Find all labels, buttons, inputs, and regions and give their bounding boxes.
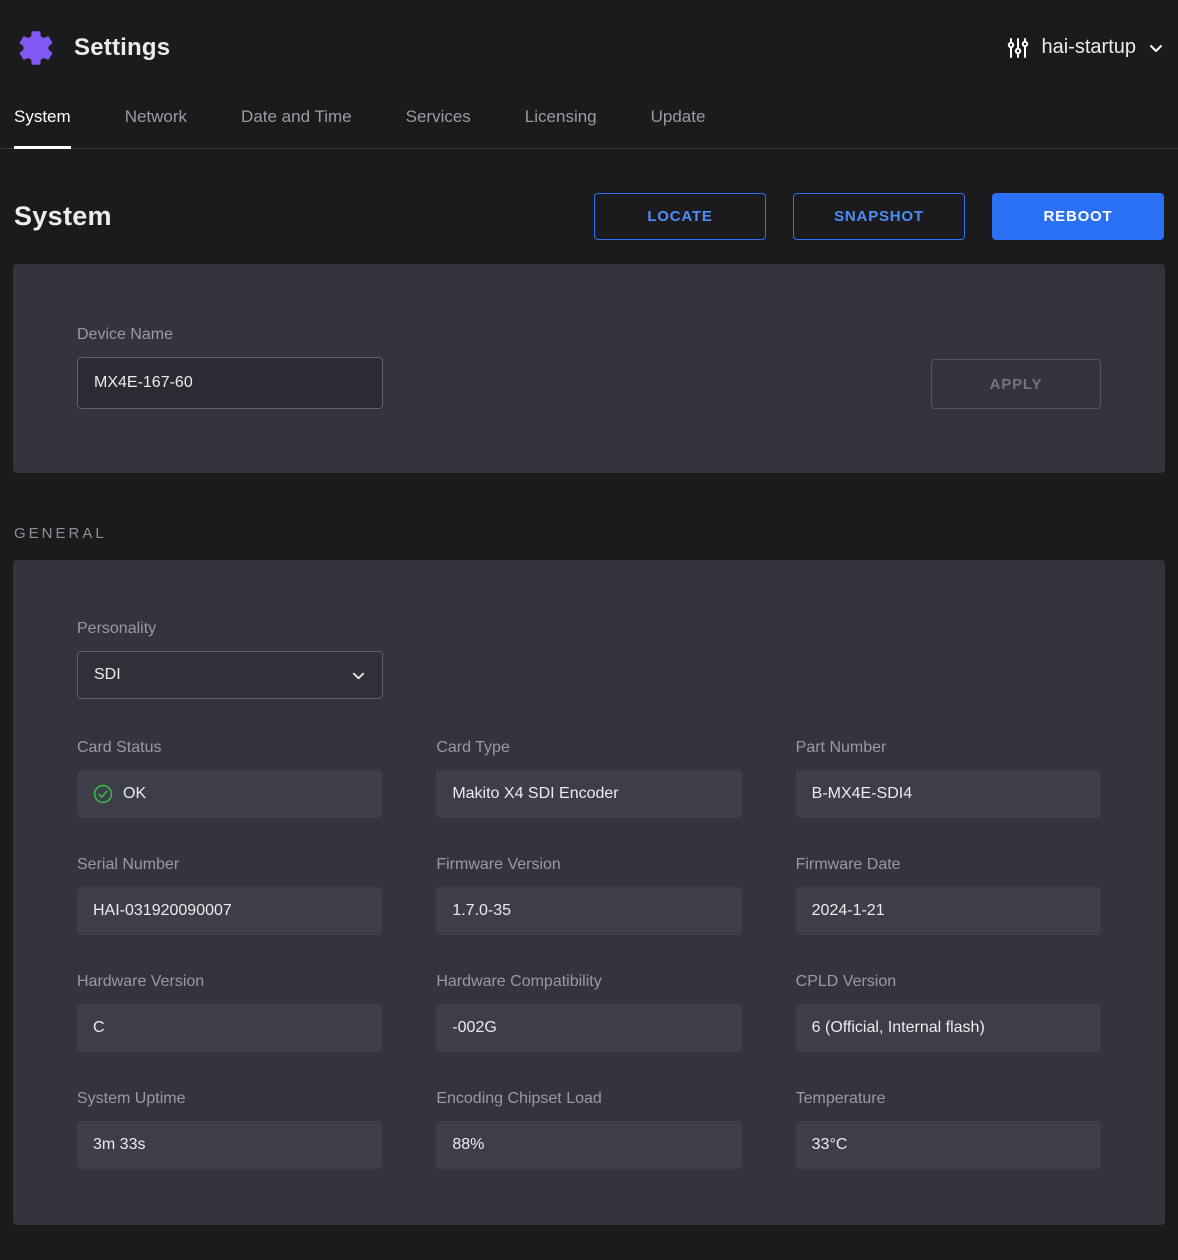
personality-label: Personality — [77, 620, 1101, 638]
page-actions: LOCATE SNAPSHOT REBOOT — [594, 193, 1164, 240]
field-value-text: -002G — [436, 1004, 741, 1052]
field-value-text: 6 (Official, Internal flash) — [796, 1004, 1101, 1052]
field-label: Card Status — [77, 739, 382, 757]
field-temperature: Temperature 33°C — [796, 1090, 1101, 1169]
field-firmware-date: Firmware Date 2024-1-21 — [796, 856, 1101, 935]
chevron-down-icon — [1148, 40, 1164, 56]
general-card: Personality SDI Card Status OK — [13, 560, 1165, 1225]
app-header: Settings hai-startup — [0, 0, 1178, 95]
field-label: Firmware Date — [796, 856, 1101, 874]
device-selector-dropdown[interactable]: hai-startup — [1006, 36, 1165, 60]
personality-field-group: Personality SDI — [77, 620, 1101, 699]
field-encoding-chipset-load: Encoding Chipset Load 88% — [436, 1090, 741, 1169]
field-label: Serial Number — [77, 856, 382, 874]
select-chevron-down-icon — [351, 668, 366, 683]
field-label: System Uptime — [77, 1090, 382, 1108]
sliders-icon — [1006, 36, 1030, 60]
field-value-text: 2024-1-21 — [796, 887, 1101, 935]
field-label: Card Type — [436, 739, 741, 757]
general-fields-grid: Card Status OK Card Type Makito X4 SDI E… — [77, 739, 1101, 1169]
field-card-status: Card Status OK — [77, 739, 382, 818]
reboot-button[interactable]: REBOOT — [992, 193, 1164, 240]
field-card-type: Card Type Makito X4 SDI Encoder — [436, 739, 741, 818]
field-label: Part Number — [796, 739, 1101, 757]
field-label: Temperature — [796, 1090, 1101, 1108]
personality-select[interactable]: SDI — [77, 651, 383, 699]
page-title: System — [14, 201, 112, 232]
field-value-text: Makito X4 SDI Encoder — [436, 770, 741, 818]
tab-services[interactable]: Services — [406, 95, 471, 149]
field-value-text: 88% — [436, 1121, 741, 1169]
field-label: Firmware Version — [436, 856, 741, 874]
field-hardware-compatibility: Hardware Compatibility -002G — [436, 973, 741, 1052]
card-status-value: OK — [77, 770, 382, 818]
field-firmware-version: Firmware Version 1.7.0-35 — [436, 856, 741, 935]
settings-tab-bar: System Network Date and Time Services Li… — [0, 95, 1178, 149]
field-label: CPLD Version — [796, 973, 1101, 991]
field-value-text: 33°C — [796, 1121, 1101, 1169]
tab-network[interactable]: Network — [125, 95, 187, 149]
field-label: Hardware Compatibility — [436, 973, 741, 991]
tab-update[interactable]: Update — [651, 95, 706, 149]
locate-button[interactable]: LOCATE — [594, 193, 766, 240]
field-value-text: 3m 33s — [77, 1121, 382, 1169]
tab-system[interactable]: System — [14, 95, 71, 149]
personality-selected-value: SDI — [94, 666, 351, 684]
field-value-text: OK — [123, 785, 146, 803]
tab-date-and-time[interactable]: Date and Time — [241, 95, 352, 149]
field-value-text: 1.7.0-35 — [436, 887, 741, 935]
field-hardware-version: Hardware Version C — [77, 973, 382, 1052]
device-selector-label: hai-startup — [1042, 36, 1137, 59]
field-part-number: Part Number B-MX4E-SDI4 — [796, 739, 1101, 818]
field-label: Hardware Version — [77, 973, 382, 991]
field-value-text: C — [77, 1004, 382, 1052]
field-system-uptime: System Uptime 3m 33s — [77, 1090, 382, 1169]
general-section-label: GENERAL — [0, 473, 1178, 560]
device-name-card: Device Name APPLY — [13, 264, 1165, 473]
field-cpld-version: CPLD Version 6 (Official, Internal flash… — [796, 973, 1101, 1052]
check-circle-icon — [93, 784, 113, 804]
field-value-text: HAI-031920090007 — [77, 887, 382, 935]
apply-button[interactable]: APPLY — [931, 359, 1101, 409]
app-title: Settings — [74, 34, 170, 62]
device-name-field-group: Device Name — [77, 326, 383, 409]
snapshot-button[interactable]: SNAPSHOT — [793, 193, 965, 240]
device-name-input[interactable] — [77, 357, 383, 409]
apply-wrap: APPLY — [931, 359, 1101, 409]
app-logo-gear-icon — [14, 26, 58, 70]
field-label: Encoding Chipset Load — [436, 1090, 741, 1108]
device-name-label: Device Name — [77, 326, 383, 344]
field-serial-number: Serial Number HAI-031920090007 — [77, 856, 382, 935]
tab-licensing[interactable]: Licensing — [525, 95, 597, 149]
page-head: System LOCATE SNAPSHOT REBOOT — [0, 149, 1178, 264]
field-value-text: B-MX4E-SDI4 — [796, 770, 1101, 818]
